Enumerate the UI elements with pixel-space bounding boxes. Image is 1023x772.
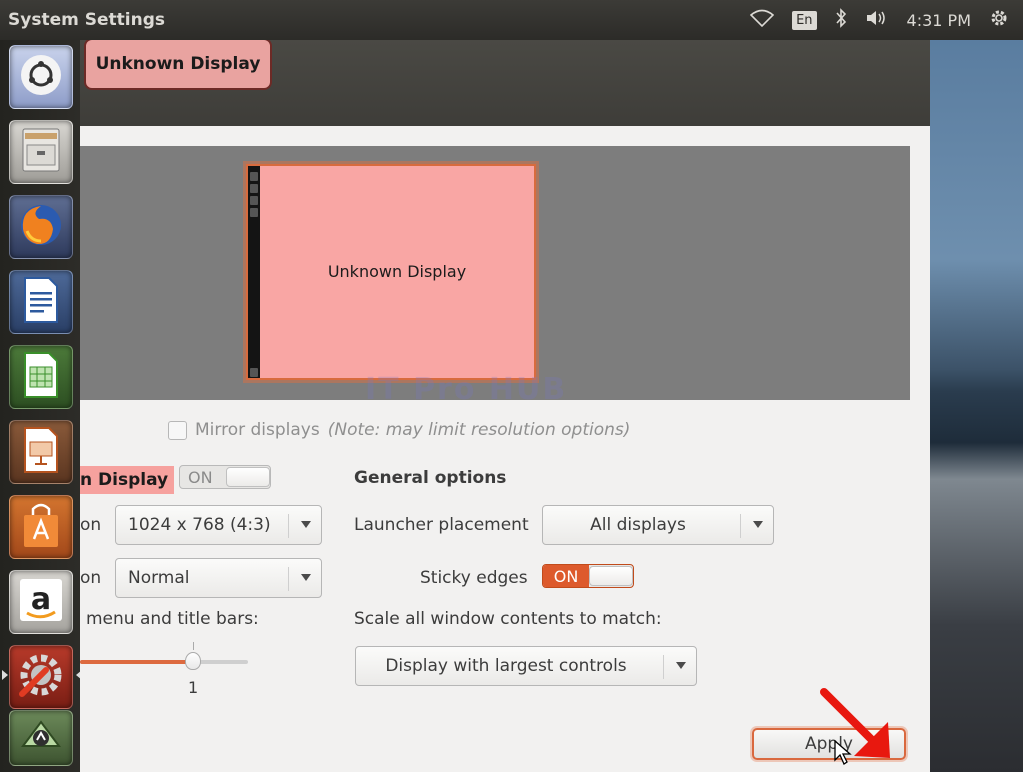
- mirror-displays-label: Mirror displays: [195, 420, 320, 440]
- launcher-item-amazon[interactable]: a: [9, 570, 73, 634]
- launcher-placement-value: All displays: [590, 515, 686, 535]
- scale-all-combo[interactable]: Display with largest controls: [355, 646, 697, 686]
- scale-slider-fill: [80, 660, 193, 664]
- general-options-heading: General options: [354, 468, 507, 488]
- launcher-item-impress[interactable]: [9, 420, 73, 484]
- toggle-state-label: ON: [543, 565, 589, 587]
- launcher-item-writer[interactable]: [9, 270, 73, 334]
- system-tray: En 4:31 PM: [749, 8, 1009, 32]
- clock[interactable]: 4:31 PM: [907, 11, 971, 30]
- shopping-bag-icon: [20, 501, 62, 553]
- scale-all-value: Display with largest controls: [385, 656, 627, 676]
- launcher-item-system-settings[interactable]: [9, 645, 73, 709]
- toggle-knob: [226, 467, 270, 487]
- launcher-item-files[interactable]: [9, 120, 73, 184]
- desktop-wallpaper: [930, 40, 1023, 772]
- displays-window: Unknown Display Unknown Display IT Pro H…: [80, 40, 930, 772]
- mirror-displays-note: (Note: may limit resolution options): [327, 420, 631, 440]
- annotation-arrow-icon: [820, 688, 890, 758]
- keyboard-language-indicator[interactable]: En: [792, 10, 817, 30]
- scale-all-label: Scale all window contents to match:: [354, 609, 662, 629]
- chevron-down-icon: [753, 521, 763, 528]
- impress-presentation-icon: [21, 426, 61, 478]
- launcher-item-firefox[interactable]: [9, 195, 73, 259]
- monitor-preview[interactable]: Unknown Display: [246, 164, 536, 380]
- unity-launcher: a: [0, 40, 82, 772]
- watermark-logo: IT Pro HUB: [365, 372, 568, 407]
- mouse-pointer-icon: [834, 740, 852, 765]
- monitor-label: Unknown Display: [327, 262, 467, 281]
- resolution-combo[interactable]: 1024 x 768 (4:3): [115, 505, 322, 545]
- bluetooth-icon[interactable]: [835, 8, 847, 32]
- display-arrangement-area[interactable]: Unknown Display IT Pro HUB: [80, 146, 910, 407]
- running-indicator-icon: [2, 670, 8, 680]
- writer-document-icon: [21, 276, 61, 328]
- sticky-edges-toggle[interactable]: ON: [542, 564, 634, 588]
- rotation-combo[interactable]: Normal: [115, 558, 322, 598]
- toggle-state-label: ON: [188, 467, 213, 487]
- mirror-displays-checkbox[interactable]: [168, 420, 187, 440]
- scale-slider-value: 1: [188, 678, 199, 697]
- chevron-down-icon: [301, 574, 311, 581]
- resolution-label: on: [80, 515, 102, 535]
- display-section-heading: n Display: [80, 466, 175, 494]
- launcher-item-software-center[interactable]: [9, 495, 73, 559]
- window-title: System Settings: [8, 10, 165, 30]
- file-cabinet-icon: [19, 127, 63, 177]
- scale-menu-title-label: menu and title bars:: [86, 609, 259, 629]
- display-on-toggle[interactable]: ON: [179, 465, 271, 489]
- display-tooltip-label: Unknown Display: [84, 40, 272, 90]
- rotation-value: Normal: [128, 568, 190, 588]
- wifi-icon[interactable]: [749, 9, 775, 31]
- resolution-value: 1024 x 768 (4:3): [128, 515, 271, 535]
- amazon-icon: a: [18, 577, 64, 627]
- firefox-icon: [17, 201, 65, 253]
- launcher-placement-combo[interactable]: All displays: [542, 505, 774, 545]
- mirror-displays-option[interactable]: Mirror displays (Note: may limit resolut…: [168, 420, 630, 440]
- launcher-item-dash[interactable]: [9, 45, 73, 109]
- launcher-item-updater[interactable]: [9, 710, 73, 766]
- launcher-item-calc[interactable]: [9, 345, 73, 409]
- rotation-label: on: [80, 568, 102, 588]
- scale-slider-tick: [193, 642, 194, 650]
- chevron-down-icon: [301, 521, 311, 528]
- session-gear-icon[interactable]: [989, 8, 1009, 32]
- monitor-launcher-strip: [248, 166, 260, 378]
- sticky-edges-label: Sticky edges: [420, 568, 528, 588]
- ubuntu-logo-icon: [19, 53, 63, 101]
- calc-spreadsheet-icon: [21, 351, 61, 403]
- volume-icon[interactable]: [865, 9, 889, 31]
- launcher-placement-label: Launcher placement: [354, 515, 529, 535]
- updater-icon: [19, 716, 63, 760]
- svg-text:a: a: [31, 582, 51, 617]
- top-panel: System Settings En 4:31 PM: [0, 0, 1023, 40]
- chevron-down-icon: [676, 662, 686, 669]
- settings-gear-wrench-icon: [16, 650, 66, 704]
- toggle-knob: [589, 566, 633, 586]
- scale-slider-handle[interactable]: [185, 652, 201, 670]
